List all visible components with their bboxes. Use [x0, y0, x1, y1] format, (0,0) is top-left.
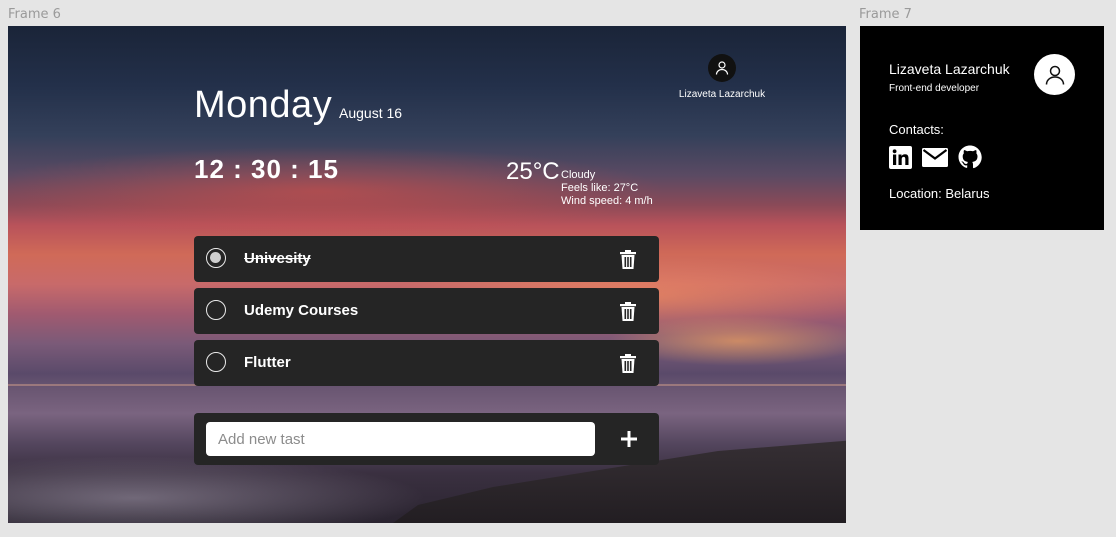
- task-item: Udemy Courses: [194, 288, 659, 334]
- github-icon[interactable]: [958, 145, 982, 169]
- profile-name: Lizaveta Lazarchuk: [889, 61, 1010, 77]
- add-task-input[interactable]: [206, 422, 595, 456]
- contact-icons: [889, 145, 982, 169]
- linkedin-icon[interactable]: [889, 145, 912, 169]
- day-of-week: Monday: [194, 84, 333, 126]
- task-label: Udemy Courses: [244, 302, 359, 319]
- current-date: August 16: [339, 105, 403, 121]
- trash-icon[interactable]: [620, 354, 636, 373]
- profile-location: Location: Belarus: [889, 186, 990, 201]
- add-task-bar: [194, 413, 659, 465]
- user-icon: [715, 61, 729, 75]
- weather-wind-speed: Wind speed: 4 m/h: [561, 195, 653, 207]
- temperature: 25°C: [506, 158, 560, 185]
- task-checkbox[interactable]: [206, 300, 226, 320]
- profile-frame: Lizaveta Lazarchuk Front-end developer C…: [860, 26, 1104, 230]
- task-label: Univesity: [244, 250, 311, 267]
- weather-feels-like: Feels like: 27°C: [561, 182, 639, 194]
- task-label: Flutter: [244, 354, 291, 371]
- user-name: Lizaveta Lazarchuk: [678, 89, 766, 100]
- dashboard-frame: Monday August 16 12 : 30 : 15 Lizaveta L…: [8, 26, 846, 523]
- task-checkbox[interactable]: [206, 248, 226, 268]
- task-item: Flutter: [194, 340, 659, 386]
- sea-surf: [8, 456, 428, 523]
- frame-7-label: Frame 7: [859, 7, 912, 22]
- trash-icon[interactable]: [620, 302, 636, 321]
- clock: 12 : 30 : 15: [194, 154, 339, 184]
- user-icon: [1045, 65, 1064, 85]
- task-item: Univesity: [194, 236, 659, 282]
- profile-role: Front-end developer: [889, 83, 980, 94]
- task-checkbox[interactable]: [206, 352, 226, 372]
- weather-details: Cloudy Feels like: 27°C Wind speed: 4 m/…: [561, 169, 653, 208]
- frame-6-label: Frame 6: [8, 7, 61, 22]
- weather-condition: Cloudy: [561, 169, 596, 181]
- mail-icon[interactable]: [922, 147, 948, 167]
- user-avatar[interactable]: [708, 54, 736, 82]
- profile-avatar: [1034, 54, 1075, 95]
- contacts-label: Contacts:: [889, 122, 944, 137]
- trash-icon[interactable]: [620, 250, 636, 269]
- plus-icon[interactable]: [618, 428, 640, 450]
